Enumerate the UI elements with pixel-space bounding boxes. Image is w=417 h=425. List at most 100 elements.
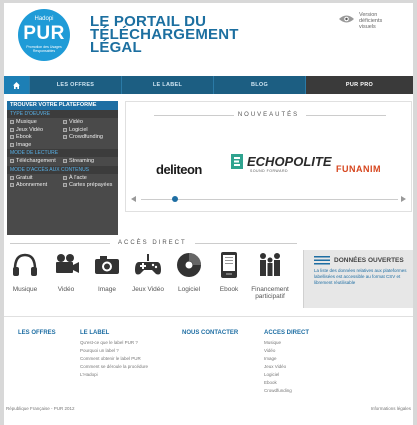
tile-jeux-video[interactable]: Jeux Vidéo xyxy=(128,250,168,293)
checkbox[interactable] xyxy=(10,175,14,180)
filter-jeux-video[interactable]: Jeux Vidéo xyxy=(10,127,63,134)
news-carousel: NOUVEAUTÉS deliteon ECHOPOLITE SOUND FOR… xyxy=(125,101,412,212)
checkbox[interactable] xyxy=(63,120,67,124)
footer-link[interactable]: Comment obtenir le label PUR xyxy=(80,355,148,363)
divider xyxy=(195,243,297,244)
platform-finder-title: TROUVER VOTRE PLATEFORME xyxy=(7,101,118,110)
nav-pur-pro[interactable]: PUR PRO xyxy=(306,76,413,94)
footer-link[interactable]: Logiciel xyxy=(264,371,309,379)
checkbox[interactable] xyxy=(10,120,14,124)
nav-les-offres[interactable]: LES OFFRES xyxy=(30,76,122,94)
footer-link[interactable]: Image xyxy=(264,355,309,363)
open-data-description[interactable]: La liste des données relatives aux plate… xyxy=(314,268,410,286)
camera-icon xyxy=(56,254,79,273)
tile-label: Logiciel xyxy=(177,286,201,293)
filter-logiciel[interactable]: Logiciel xyxy=(63,127,116,134)
checkbox[interactable] xyxy=(63,183,67,187)
nav-le-label[interactable]: LE LABEL xyxy=(122,76,214,94)
echopolite-logo-icon xyxy=(231,154,243,169)
checkbox[interactable] xyxy=(10,183,14,187)
tile-video[interactable]: Vidéo xyxy=(46,250,86,293)
filter-image[interactable]: Image xyxy=(10,142,63,149)
footer-heading[interactable]: LES OFFRES xyxy=(18,330,56,336)
filter-telechargement[interactable]: Téléchargement xyxy=(10,158,63,165)
accessibility-label: Version déficients visuels xyxy=(359,12,383,30)
filter-musique[interactable]: Musique xyxy=(10,119,63,126)
gamepad-icon xyxy=(135,254,161,275)
checkbox[interactable] xyxy=(63,127,67,132)
footer-link[interactable]: Musique xyxy=(264,339,309,347)
carousel-prev-icon[interactable] xyxy=(131,196,136,202)
legal-link[interactable]: Informations légales xyxy=(371,406,411,411)
tile-image[interactable]: Image xyxy=(87,250,127,293)
pur-logo[interactable]: Hadopi PUR Promotion des Usages Responsa… xyxy=(18,9,70,61)
checkbox[interactable] xyxy=(10,142,14,147)
accessibility-link[interactable]: Version déficients visuels xyxy=(338,12,399,30)
filter-ebook[interactable]: Ebook xyxy=(10,134,63,141)
footer-heading[interactable]: NOUS CONTACTER xyxy=(182,330,238,336)
filter-cartes-prepayees[interactable]: Cartes prépayées xyxy=(63,182,116,189)
tile-logiciel[interactable]: Logiciel xyxy=(169,250,209,293)
partner-funanim[interactable]: FUNANIM xyxy=(336,164,381,174)
footer-link[interactable]: Vidéo xyxy=(264,347,309,355)
partner-deliteon[interactable]: deliteon xyxy=(156,162,202,177)
checkbox[interactable] xyxy=(10,127,14,132)
filter-label: Abonnement xyxy=(16,182,48,188)
filter-abonnement[interactable]: Abonnement xyxy=(10,182,63,189)
footer-link[interactable]: Pourquoi un label ? xyxy=(80,347,148,355)
checkbox[interactable] xyxy=(63,159,67,163)
access-options: Gratuit À l'acte Abonnement Cartes prépa… xyxy=(7,174,118,190)
filter-streaming[interactable]: Streaming xyxy=(63,158,116,165)
footer-link[interactable]: Qu'est-ce que le label PUR ? xyxy=(80,339,148,347)
filter-label: Ebook xyxy=(16,134,32,140)
footer-col-acces: ACCES DIRECT Musique Vidéo Image Jeux Vi… xyxy=(264,330,309,395)
nav-blog[interactable]: BLOG xyxy=(214,76,306,94)
tile-musique[interactable]: Musique xyxy=(5,250,45,293)
checkbox[interactable] xyxy=(63,175,67,180)
nav-home[interactable] xyxy=(4,76,30,94)
tile-label: Ebook xyxy=(219,286,239,293)
tile-financement-participatif[interactable]: Financement participatif xyxy=(248,250,292,300)
footer-link[interactable]: L'Hadopi xyxy=(80,371,148,379)
list-icon xyxy=(314,256,330,265)
filter-video[interactable]: Vidéo xyxy=(63,119,116,126)
footer-link[interactable]: Comment se déroule la procédure xyxy=(80,363,148,371)
footer-link[interactable]: Crowdfunding xyxy=(264,387,309,395)
section-mode-lecture: MODE DE LECTURE xyxy=(7,149,118,157)
direct-access-title: ACCÈS DIRECT xyxy=(118,240,187,246)
checkbox[interactable] xyxy=(10,135,14,139)
partner-echopolite[interactable]: ECHOPOLITE xyxy=(247,154,332,169)
headphones-icon xyxy=(13,253,37,276)
section-mode-acces: MODE D'ACCÈS AUX CONTENUS xyxy=(7,165,118,174)
main-nav: LES OFFRES LE LABEL BLOG PUR PRO xyxy=(4,76,413,94)
section-type-oeuvre: TYPE D'OEUVRE xyxy=(7,110,118,118)
filter-label: Image xyxy=(16,141,32,148)
tile-label: Financement participatif xyxy=(251,286,289,300)
carousel-track[interactable] xyxy=(141,199,398,200)
checkbox[interactable] xyxy=(63,135,67,139)
footer-heading[interactable]: LE LABEL xyxy=(80,330,148,336)
filter-gratuit[interactable]: Gratuit xyxy=(10,175,63,182)
echopolite-subtitle: SOUND FORWARD xyxy=(250,169,288,173)
copyright: République Française - PUR 2012 xyxy=(6,406,75,411)
checkbox[interactable] xyxy=(10,159,14,163)
mode-options: Téléchargement Streaming xyxy=(7,157,118,166)
footer-heading[interactable]: ACCES DIRECT xyxy=(264,330,309,336)
people-icon xyxy=(260,253,280,276)
filter-crowdfunding[interactable]: Crowdfunding xyxy=(63,134,116,141)
carousel-next-icon[interactable] xyxy=(401,196,406,202)
footer-link[interactable]: Ebook xyxy=(264,379,309,387)
tile-ebook[interactable]: Ebook xyxy=(209,250,249,293)
logo-brand-text: PUR xyxy=(23,23,65,44)
carousel-position-dot[interactable] xyxy=(172,196,178,202)
open-data-box[interactable]: DONNÉES OUVERTES La liste des données re… xyxy=(303,250,413,308)
footer-link[interactable]: Jeux Vidéo xyxy=(264,363,309,371)
disc-icon xyxy=(177,253,201,277)
home-icon xyxy=(13,81,20,89)
footer-col-offres: LES OFFRES xyxy=(18,330,56,339)
tile-label: Image xyxy=(97,286,117,293)
filter-label: À l'acte xyxy=(69,174,87,181)
tile-label: Jeux Vidéo xyxy=(131,286,165,293)
filter-a-l-acte[interactable]: À l'acte xyxy=(63,175,116,182)
type-options: Musique Vidéo Jeux Vidéo Logiciel Ebook … xyxy=(7,118,118,149)
